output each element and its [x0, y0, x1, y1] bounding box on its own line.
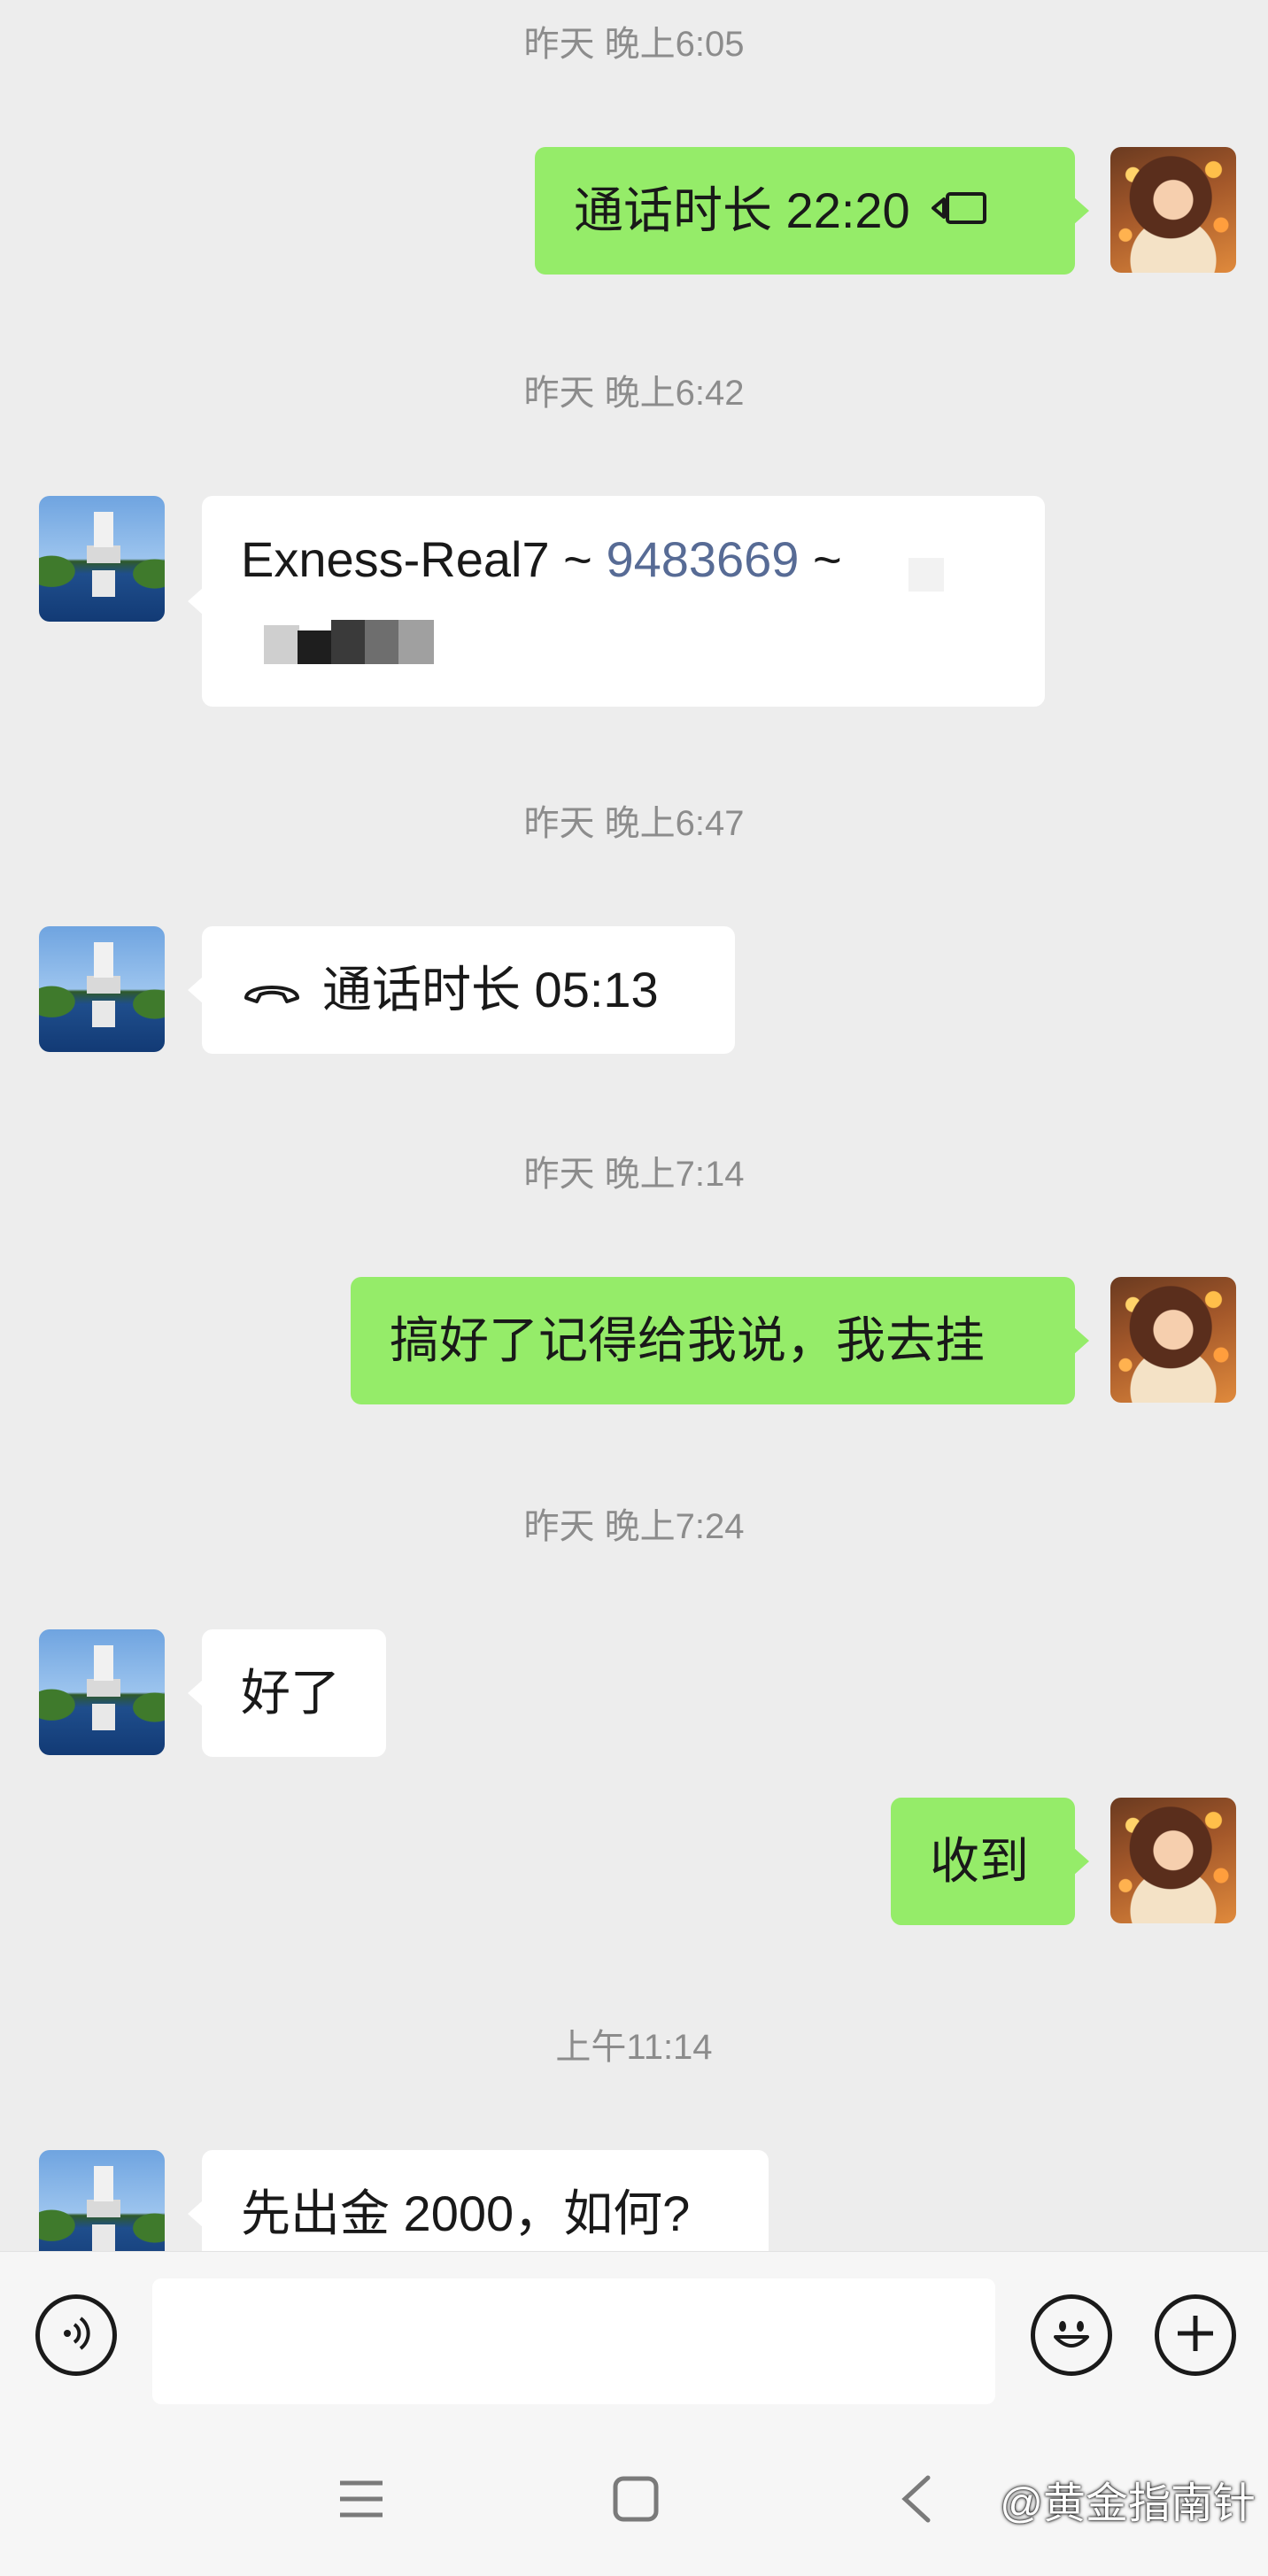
message-bubble[interactable]: 搞好了记得给我说，我去挂: [351, 1277, 1089, 1404]
emoji-button[interactable]: [1031, 2294, 1112, 2376]
redaction-block: [365, 620, 400, 664]
video-call-duration: 通话时长 22:20: [574, 182, 910, 238]
menu-icon: [338, 2478, 384, 2525]
video-camera-icon: [930, 179, 988, 243]
contact-avatar[interactable]: [39, 2150, 165, 2251]
message-bubble[interactable]: 收到: [891, 1798, 1089, 1925]
message-text: 好了: [241, 1665, 340, 1721]
message-text: 搞好了记得给我说，我去挂: [390, 1312, 985, 1368]
message-input[interactable]: [152, 2278, 995, 2404]
voice-call-duration: 通话时长 05:13: [322, 962, 659, 1017]
back-nav-button[interactable]: [891, 2474, 940, 2528]
contact-avatar[interactable]: [39, 926, 165, 1052]
voice-mode-button[interactable]: [35, 2294, 117, 2376]
more-actions-button[interactable]: [1155, 2294, 1236, 2376]
plus-icon: [1172, 2310, 1218, 2361]
timestamp: 昨天 晚上6:42: [523, 374, 745, 413]
back-icon: [898, 2474, 933, 2528]
menu-nav-button[interactable]: [336, 2476, 386, 2526]
timestamp: 昨天 晚上6:05: [523, 25, 745, 64]
message-bubble[interactable]: 先出金 2000，如何?: [188, 2150, 769, 2251]
phone-handset-icon: [241, 958, 303, 1022]
redaction-block: [298, 630, 333, 664]
redaction-block: [331, 620, 367, 664]
input-bar: [0, 2251, 1268, 2418]
account-separator: ~: [799, 531, 842, 587]
redaction-block: [264, 625, 299, 664]
voice-mode-icon: [53, 2310, 99, 2361]
watermark: @黄金指南针: [1000, 2480, 1256, 2527]
account-info-bubble[interactable]: Exness-Real7 ~ 9483669 ~: [188, 496, 1045, 707]
account-server: Exness-Real7 ~: [241, 531, 607, 587]
emoji-icon: [1045, 2307, 1098, 2364]
timestamp: 昨天 晚上7:24: [523, 1507, 745, 1546]
timestamp: 昨天 晚上6:47: [523, 804, 745, 843]
message-text: 收到: [930, 1833, 1029, 1889]
redaction-block: [908, 558, 944, 592]
contact-avatar[interactable]: [39, 1629, 165, 1755]
home-icon: [613, 2476, 659, 2526]
my-avatar[interactable]: [1110, 1277, 1236, 1403]
timestamp: 上午11:14: [555, 2028, 713, 2067]
video-call-record-bubble[interactable]: 通话时长 22:20: [535, 147, 1089, 275]
redaction-block: [398, 620, 434, 664]
timestamp: 昨天 晚上7:14: [523, 1155, 745, 1194]
message-bubble[interactable]: 好了: [188, 1629, 386, 1757]
my-avatar[interactable]: [1110, 147, 1236, 273]
contact-avatar[interactable]: [39, 496, 165, 622]
redaction-block: [230, 625, 266, 664]
message-text: 先出金 2000，如何?: [241, 2185, 691, 2241]
home-nav-button[interactable]: [611, 2476, 661, 2526]
voice-call-record-bubble[interactable]: 通话时长 05:13: [188, 926, 735, 1054]
account-line: Exness-Real7 ~ 9483669 ~: [241, 528, 1006, 592]
chat-area[interactable]: 昨天 晚上6:05 通话时长 22:20 昨天 晚上6:42 Exness-Re…: [0, 0, 1268, 2251]
my-avatar[interactable]: [1110, 1798, 1236, 1923]
account-number-link[interactable]: 9483669: [606, 531, 799, 587]
